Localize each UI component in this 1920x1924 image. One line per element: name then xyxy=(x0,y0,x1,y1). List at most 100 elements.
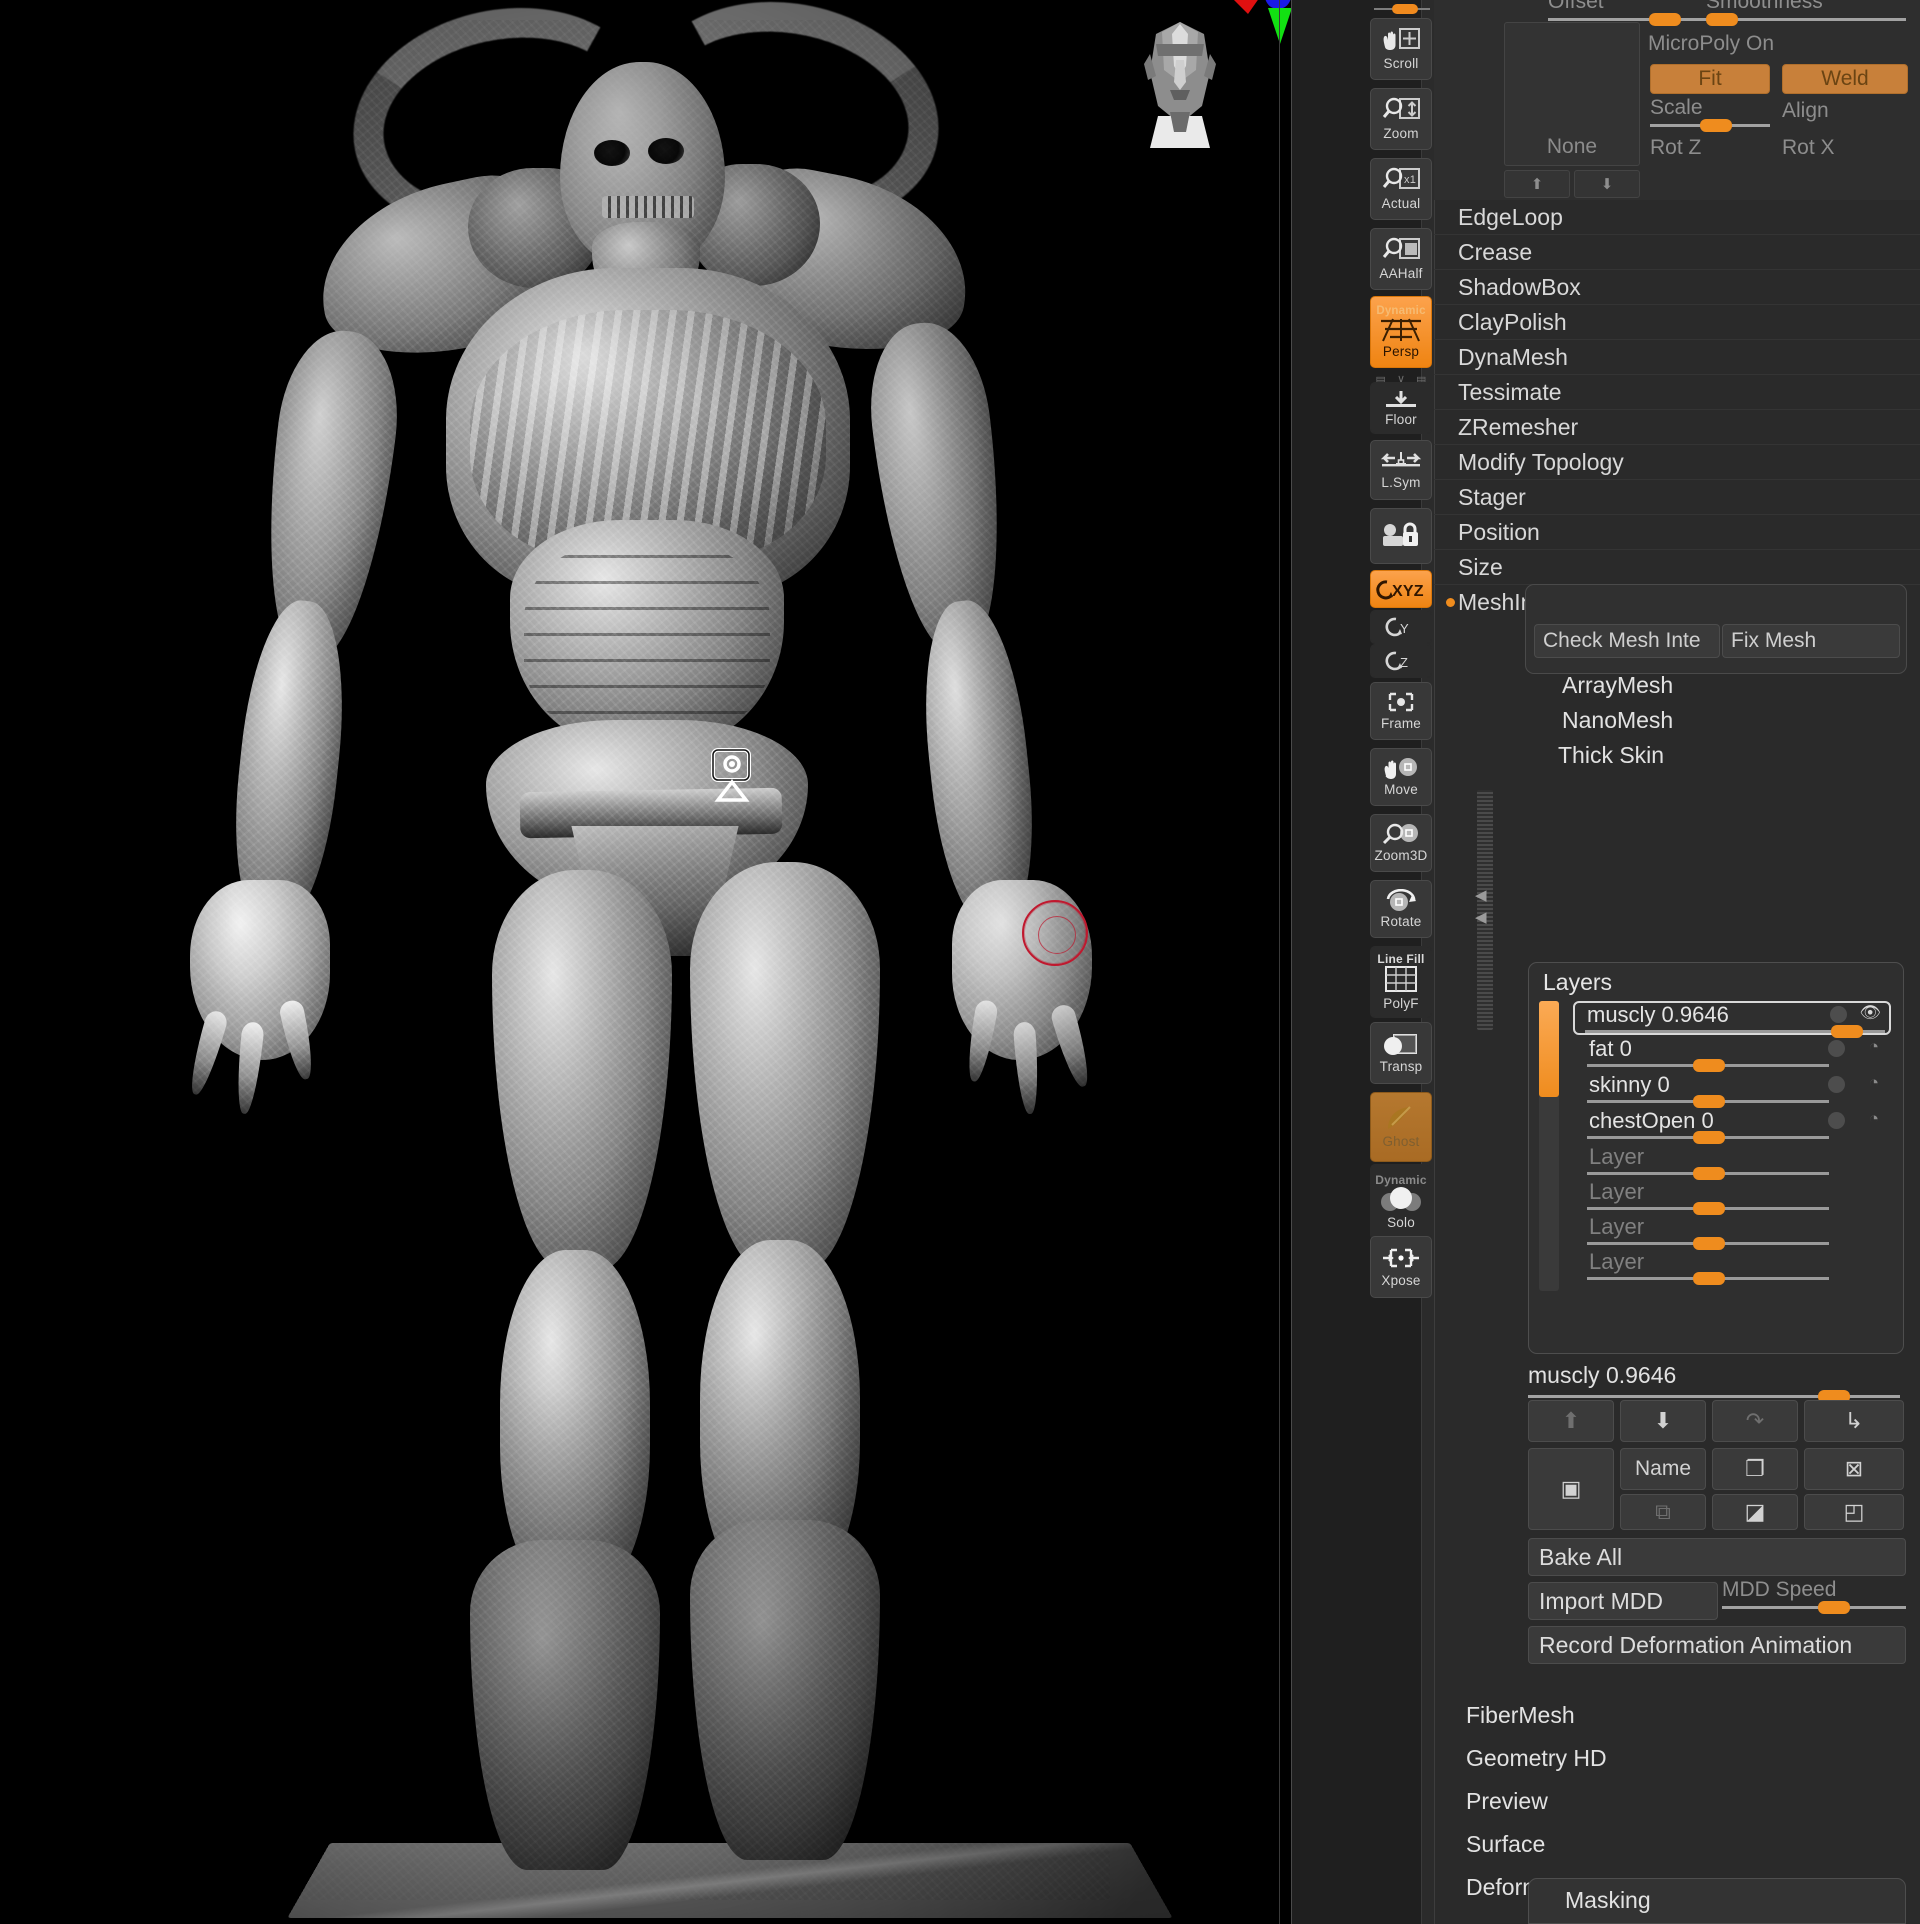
layer-intensity-slider[interactable] xyxy=(1587,1167,1829,1180)
layer-intensity-slider[interactable] xyxy=(1587,1202,1829,1215)
preview-none-box[interactable]: None xyxy=(1504,22,1640,166)
layer-row-fat[interactable]: fat 0 ◔ xyxy=(1577,1036,1887,1072)
rotate-y-button[interactable]: Y xyxy=(1370,610,1432,644)
menu-item-zremesher[interactable]: ZRemesher xyxy=(1434,410,1920,445)
merge-up-button[interactable]: ↷ xyxy=(1712,1400,1798,1442)
zoom3d-button[interactable]: Zoom3D xyxy=(1370,814,1432,872)
sculpt-canvas[interactable] xyxy=(0,0,1292,1924)
transp-button[interactable]: Transp xyxy=(1370,1022,1432,1084)
layer-row-chestopen[interactable]: chestOpen 0 ◔ xyxy=(1577,1108,1887,1144)
layer-row-skinny[interactable]: skinny 0 ◔ xyxy=(1577,1072,1887,1108)
layer-row-empty-4[interactable]: Layer xyxy=(1577,1249,1887,1285)
layer-row-empty-1[interactable]: Layer xyxy=(1577,1144,1887,1180)
layer-intensity-knob[interactable] xyxy=(1693,1095,1726,1108)
menu-item-surface[interactable]: Surface xyxy=(1434,1823,1920,1866)
layers-scrollbar-thumb[interactable] xyxy=(1539,1001,1559,1097)
mdd-speed-knob[interactable] xyxy=(1817,1601,1850,1614)
layer-intensity-slider[interactable] xyxy=(1587,1059,1829,1072)
smoothness-slider[interactable]: Smoothness xyxy=(1706,0,1906,26)
menu-item-edgeloop[interactable]: EdgeLoop xyxy=(1434,200,1920,235)
nav-up-button[interactable]: ⬆ xyxy=(1504,170,1570,198)
record-icon[interactable]: ◔ xyxy=(1869,1109,1879,1129)
layer-record-dot[interactable] xyxy=(1828,1040,1845,1057)
move-layer-up-button[interactable]: ⬆ xyxy=(1528,1400,1614,1442)
menu-item-fibermesh[interactable]: FiberMesh xyxy=(1434,1694,1920,1737)
layer-record-dot[interactable] xyxy=(1830,1006,1847,1023)
menu-item-preview[interactable]: Preview xyxy=(1434,1780,1920,1823)
menu-item-nanomesh[interactable]: NanoMesh xyxy=(1562,707,1673,734)
floor-button[interactable]: Floor xyxy=(1370,382,1432,434)
bake-layer-button[interactable]: ◪ xyxy=(1712,1494,1798,1530)
lsym-button[interactable]: L.Sym xyxy=(1370,440,1432,500)
smoothness-knob[interactable] xyxy=(1706,13,1738,26)
scale-knob[interactable] xyxy=(1700,119,1733,132)
menu-item-shadowbox[interactable]: ShadowBox xyxy=(1434,270,1920,305)
xpose-button[interactable]: Xpose xyxy=(1370,1236,1432,1298)
layer-intensity-knob[interactable] xyxy=(1693,1167,1726,1180)
panel-collapse-handle[interactable]: ◀ ◀ xyxy=(1475,790,1493,1030)
camera-lock-button[interactable] xyxy=(1370,508,1432,564)
rotx-button[interactable]: Rot X xyxy=(1782,133,1902,163)
check-mesh-integrity-button[interactable]: Check Mesh Inte xyxy=(1534,624,1720,658)
aahalf-button[interactable]: AAHalf xyxy=(1370,228,1432,290)
scale-slider[interactable]: Scale xyxy=(1650,96,1770,132)
layer-intensity-knob[interactable] xyxy=(1693,1202,1726,1215)
layer-intensity-slider[interactable] xyxy=(1587,1131,1829,1144)
3d-viewport[interactable] xyxy=(0,0,1292,1924)
nav-down-button[interactable]: ⬇ xyxy=(1574,170,1640,198)
layer-intensity-knob[interactable] xyxy=(1693,1131,1726,1144)
record-icon[interactable]: ◔ xyxy=(1869,1037,1879,1057)
solo-button[interactable]: Dynamic Solo xyxy=(1370,1164,1432,1240)
menu-item-arraymesh[interactable]: ArrayMesh xyxy=(1562,672,1673,699)
offset-knob[interactable] xyxy=(1648,13,1681,26)
menu-item-size[interactable]: Size xyxy=(1434,550,1920,585)
weld-button[interactable]: Weld xyxy=(1782,64,1908,94)
eye-icon[interactable]: 👁 xyxy=(1859,1003,1881,1023)
align-button[interactable]: Align xyxy=(1782,96,1902,126)
move-layer-down-button[interactable]: ⬇ xyxy=(1620,1400,1706,1442)
menu-item-stager[interactable]: Stager xyxy=(1434,480,1920,515)
apply-layer-button[interactable]: ◰ xyxy=(1804,1494,1904,1530)
slider-knob[interactable] xyxy=(1392,4,1418,14)
head-navigation-thumbnail[interactable] xyxy=(1140,20,1220,150)
delete-layer-button[interactable]: ⊠ xyxy=(1804,1448,1904,1490)
rotate-xyz-button[interactable]: XYZ xyxy=(1370,570,1432,608)
current-layer-slider[interactable]: muscly 0.9646 xyxy=(1528,1362,1904,1403)
scroll-button[interactable]: Scroll xyxy=(1370,18,1432,80)
rename-layer-button[interactable]: Name xyxy=(1620,1448,1706,1490)
menu-item-position[interactable]: Position xyxy=(1434,515,1920,550)
menu-item-modify-topology[interactable]: Modify Topology xyxy=(1434,445,1920,480)
layer-intensity-slider[interactable] xyxy=(1585,1025,1885,1038)
smoothness-track[interactable] xyxy=(1706,13,1906,26)
mdd-speed-slider[interactable]: MDD Speed xyxy=(1722,1578,1906,1614)
menu-item-crease[interactable]: Crease xyxy=(1434,235,1920,270)
fit-button[interactable]: Fit xyxy=(1650,64,1770,94)
scale-track[interactable] xyxy=(1650,119,1770,132)
rotate-z-button[interactable]: Z xyxy=(1370,644,1432,678)
polyf-button[interactable]: Line Fill PolyF xyxy=(1370,946,1432,1018)
micropoly-on-button[interactable]: MicroPoly On xyxy=(1648,30,1908,58)
actual-button[interactable]: x1 Actual xyxy=(1370,158,1432,220)
bake-all-button[interactable]: Bake All xyxy=(1528,1538,1906,1576)
import-mdd-button[interactable]: Import MDD xyxy=(1528,1582,1718,1620)
ghost-button[interactable]: Ghost xyxy=(1370,1092,1432,1162)
persp-button[interactable]: Dynamic Persp xyxy=(1370,296,1432,368)
layer-record-dot[interactable] xyxy=(1828,1112,1845,1129)
move-button[interactable]: Move xyxy=(1370,748,1432,806)
layer-intensity-slider[interactable] xyxy=(1587,1095,1829,1108)
current-layer-track[interactable] xyxy=(1528,1390,1900,1403)
split-layer-button[interactable]: ⧉ xyxy=(1620,1494,1706,1530)
gizmo-3d-widget[interactable] xyxy=(710,748,754,804)
layer-row-empty-2[interactable]: Layer xyxy=(1577,1179,1887,1215)
masking-group[interactable]: Masking xyxy=(1528,1878,1906,1924)
menu-item-claypolish[interactable]: ClayPolish xyxy=(1434,305,1920,340)
layers-scrollbar[interactable] xyxy=(1539,1001,1559,1291)
record-icon[interactable]: ◔ xyxy=(1869,1073,1879,1093)
layer-intensity-slider[interactable] xyxy=(1587,1272,1829,1285)
zoom-button[interactable]: Zoom xyxy=(1370,88,1432,150)
layer-intensity-knob[interactable] xyxy=(1693,1059,1726,1072)
fix-mesh-button[interactable]: Fix Mesh xyxy=(1722,624,1900,658)
merge-down-button[interactable]: ↳ xyxy=(1804,1400,1904,1442)
layer-row-empty-3[interactable]: Layer xyxy=(1577,1214,1887,1250)
layer-record-dot[interactable] xyxy=(1828,1076,1845,1093)
